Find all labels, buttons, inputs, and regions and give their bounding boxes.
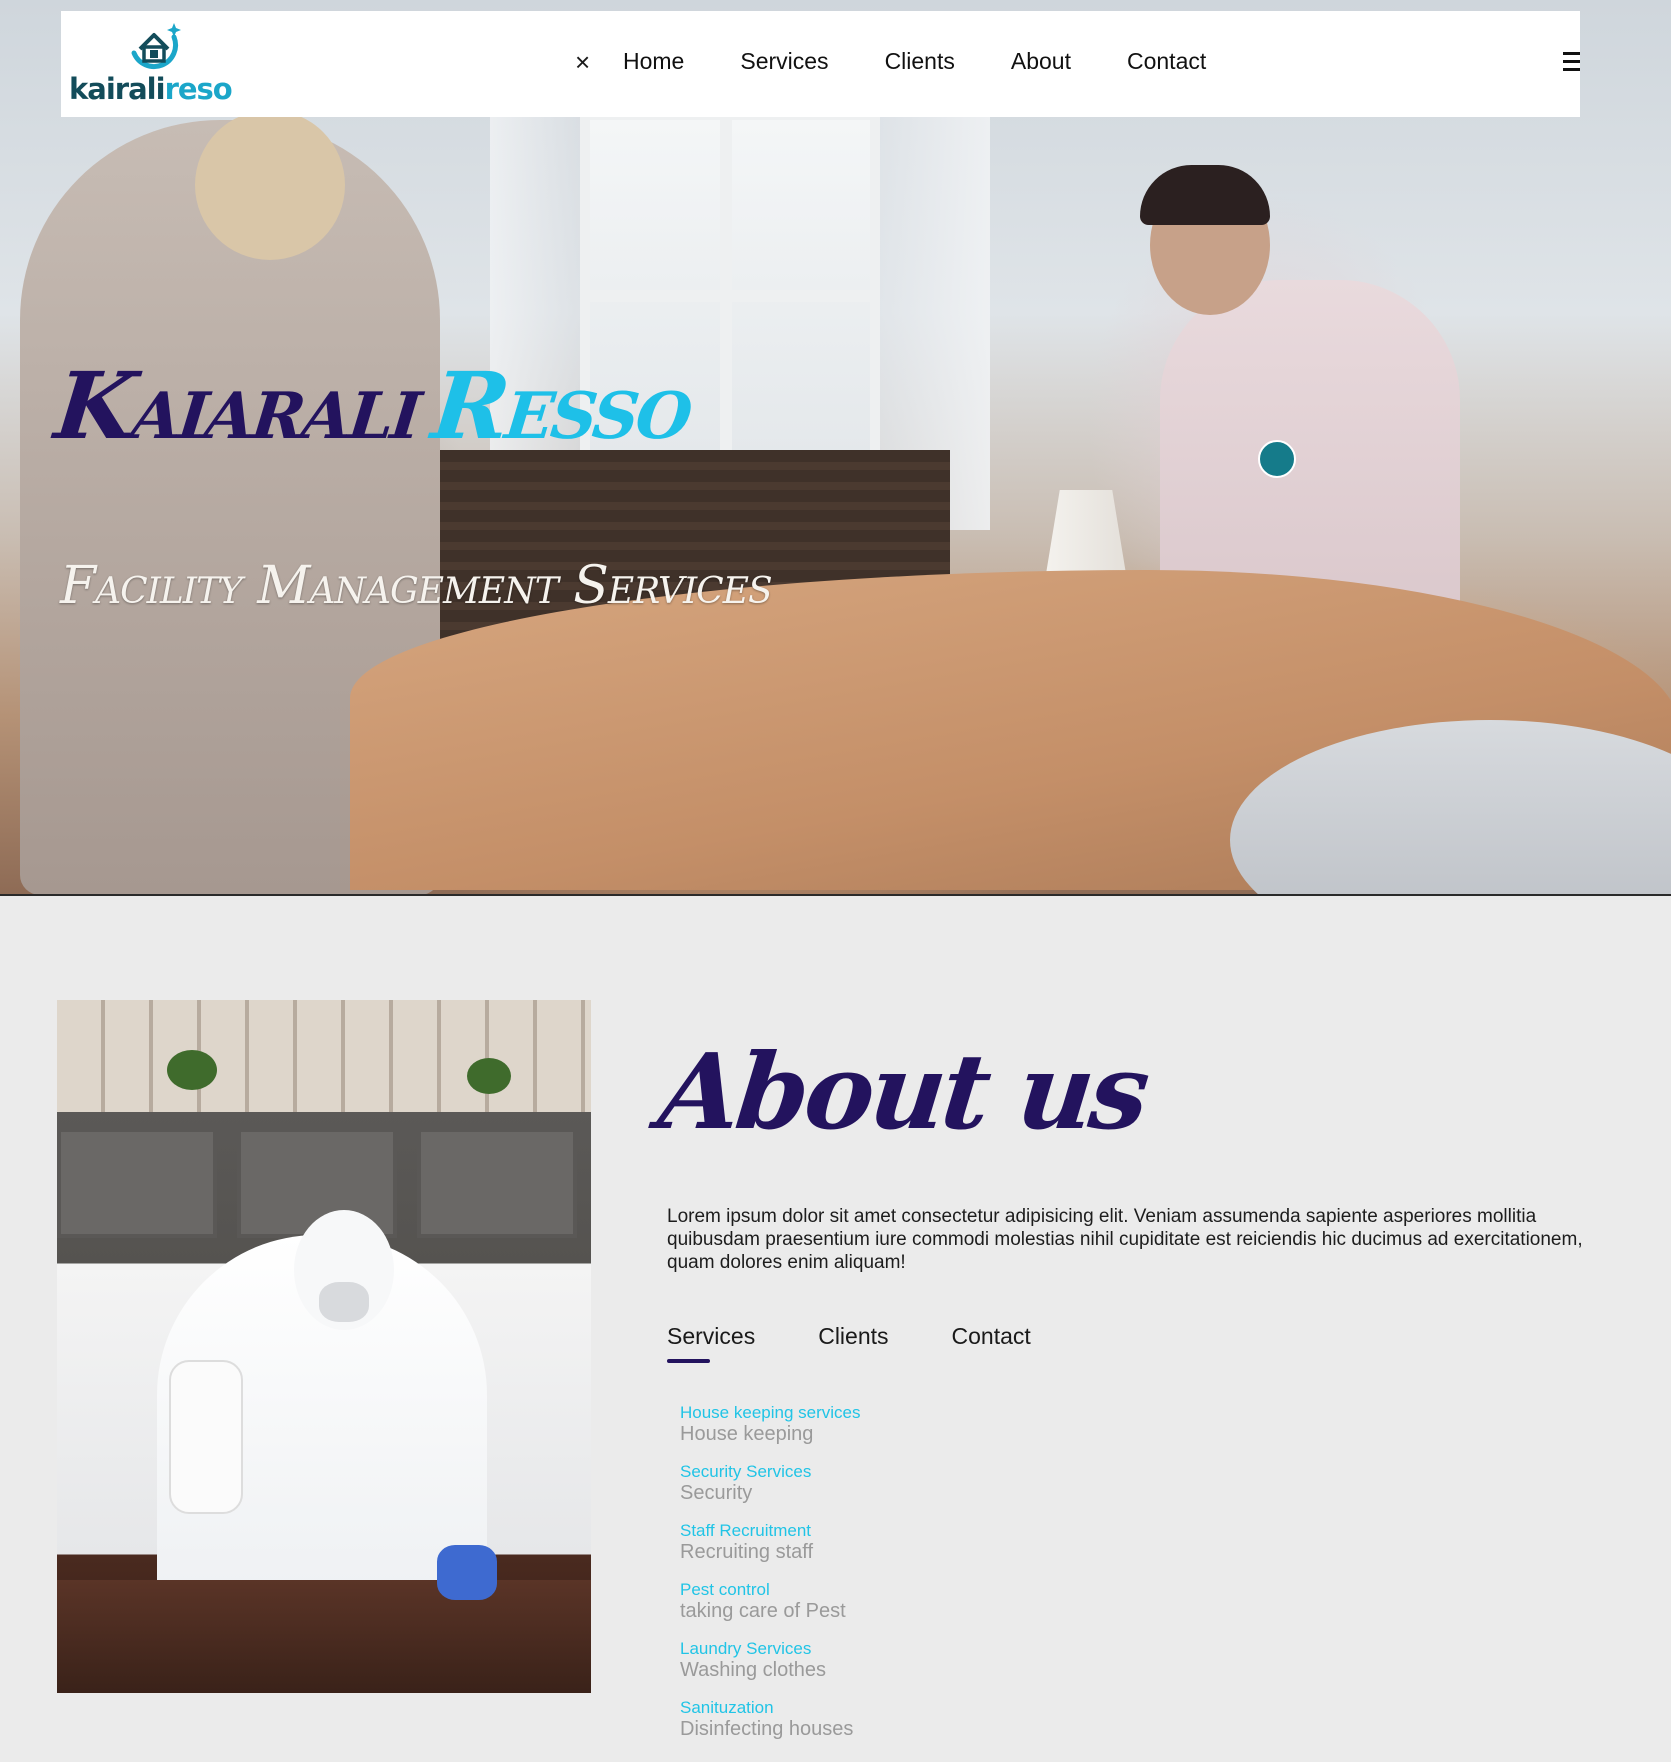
- nav-link-services[interactable]: Services: [740, 48, 828, 74]
- service-desc: taking care of Pest: [680, 1600, 846, 1622]
- about-tabs: Services Clients Contact: [667, 1325, 1031, 1363]
- list-item: Security Services Security: [680, 1461, 860, 1505]
- nav-links: Home Services Clients About Contact: [623, 48, 1206, 74]
- logo-house-icon: [131, 23, 181, 70]
- photo-plant: [467, 1058, 511, 1094]
- hero-divider: [0, 894, 1671, 896]
- logo-text-part2: reso: [164, 72, 233, 106]
- about-title: About us: [653, 1030, 1152, 1153]
- tab-contact[interactable]: Contact: [952, 1325, 1031, 1348]
- photo-spray-bottle: [169, 1360, 243, 1514]
- list-item: Staff Recruitment Recruiting staff: [680, 1520, 860, 1564]
- list-item: Sanituzation Disinfecting houses: [680, 1697, 860, 1741]
- service-desc: House keeping: [680, 1423, 814, 1445]
- service-name: Sanituzation: [680, 1698, 774, 1717]
- service-list: House keeping services House keeping Sec…: [680, 1402, 860, 1756]
- nav-link-about[interactable]: About: [1011, 48, 1071, 74]
- hero-worker-left-head: [195, 110, 345, 260]
- hero-title-part2: Resso: [427, 352, 696, 460]
- list-item: Laundry Services Washing clothes: [680, 1638, 860, 1682]
- service-name: Staff Recruitment: [680, 1521, 812, 1540]
- hero-subtitle: Facility Management Services: [60, 556, 773, 616]
- tab-services[interactable]: Services: [667, 1325, 755, 1363]
- photo-worker-mask: [319, 1282, 369, 1322]
- photo-cabinet: [57, 1128, 217, 1238]
- hamburger-bar: [1563, 68, 1580, 71]
- logo[interactable]: kairalireso: [67, 17, 237, 113]
- hero-uniform-badge: [1258, 440, 1296, 478]
- service-desc: Disinfecting houses: [680, 1718, 854, 1740]
- hero-title-part1: Kaiarali: [50, 352, 425, 460]
- photo-plant: [167, 1050, 217, 1090]
- navbar: kairalireso × Home Services Clients Abou…: [61, 11, 1580, 117]
- service-name: Security Services: [680, 1462, 812, 1481]
- service-desc: Recruiting staff: [680, 1541, 814, 1563]
- service-name: House keeping services: [680, 1403, 861, 1422]
- service-desc: Security: [680, 1482, 753, 1504]
- hamburger-bar: [1563, 52, 1580, 55]
- hero-lamp: [1045, 490, 1127, 580]
- photo-glove: [437, 1545, 497, 1600]
- service-name: Laundry Services: [680, 1639, 812, 1658]
- nav-link-home[interactable]: Home: [623, 48, 684, 74]
- hero-title: KaiaraliResso: [50, 352, 695, 460]
- list-item: House keeping services House keeping: [680, 1402, 860, 1446]
- photo-table: [57, 1580, 591, 1693]
- about-text: Lorem ipsum dolor sit amet consectetur a…: [667, 1206, 1583, 1273]
- photo-cabinet: [417, 1128, 577, 1238]
- photo-wood-wall: [57, 1000, 591, 1112]
- service-name: Pest control: [680, 1580, 770, 1599]
- logo-text-part1: kairali: [69, 72, 166, 106]
- hamburger-icon[interactable]: [1563, 52, 1580, 76]
- hero-worker-right-hair: [1140, 165, 1270, 225]
- list-item: Pest control taking care of Pest: [680, 1579, 860, 1623]
- nav-link-contact[interactable]: Contact: [1127, 48, 1206, 74]
- nav-link-clients[interactable]: Clients: [885, 48, 955, 74]
- close-icon[interactable]: ×: [575, 49, 590, 75]
- logo-text: kairalireso: [69, 72, 233, 106]
- hero-section: KaiaraliResso Facility Management Servic…: [0, 0, 1671, 895]
- about-photo: [57, 1000, 591, 1693]
- service-desc: Washing clothes: [680, 1659, 826, 1681]
- hamburger-bar: [1563, 60, 1580, 63]
- tab-clients[interactable]: Clients: [818, 1325, 888, 1348]
